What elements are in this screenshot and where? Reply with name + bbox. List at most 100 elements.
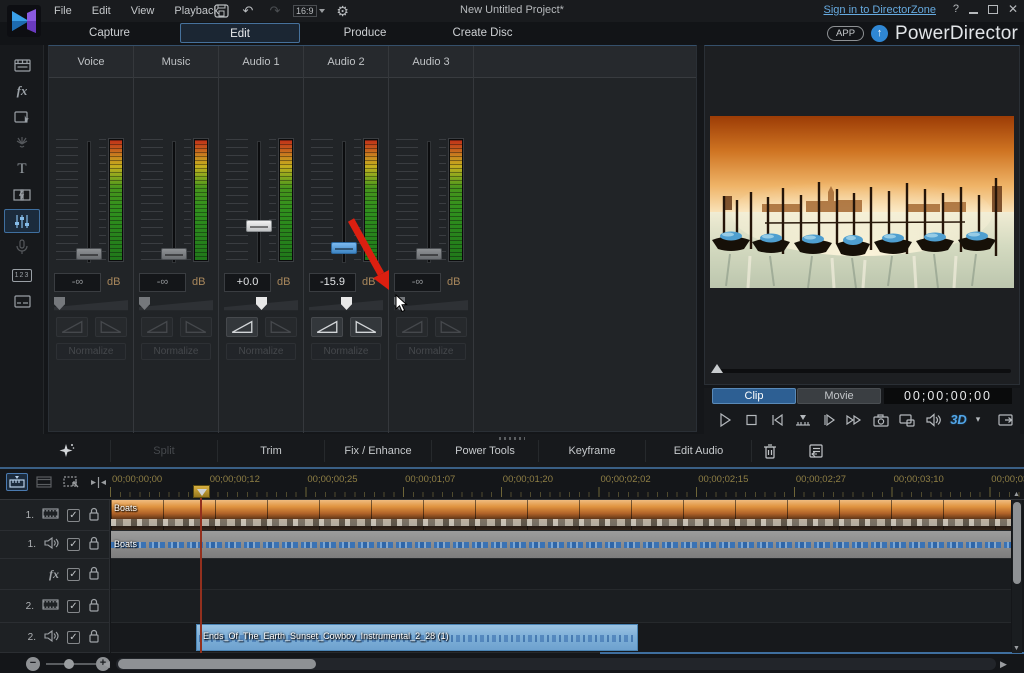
vertical-scrollbar[interactable] (1012, 500, 1022, 653)
volume-slider[interactable] (416, 141, 442, 263)
sdk-list-panel-icon[interactable] (804, 440, 828, 462)
volume-slider[interactable] (246, 141, 272, 263)
pan-slider[interactable] (139, 297, 213, 311)
scroll-down-arrow[interactable]: ▼ (1013, 645, 1020, 652)
volume-slider-handle[interactable] (76, 248, 102, 260)
audio-track-2-clip[interactable]: Ends_Of_The_Earth_Sunset_Cowboy_Instrume… (196, 624, 638, 651)
stop-button[interactable] (740, 411, 761, 429)
upgrade-arrow-icon[interactable]: ↑ (871, 25, 889, 42)
track-enable-checkbox[interactable]: ✓ (67, 631, 80, 644)
timecode-display[interactable]: 00;00;00;00 (884, 388, 1012, 404)
settings-gear-icon[interactable]: ⚙ (334, 3, 352, 19)
normalize-button[interactable]: Normalize (226, 343, 296, 360)
undock-player-icon[interactable] (995, 411, 1016, 429)
db-value[interactable]: -∞ (139, 273, 186, 292)
movie-mode-button[interactable]: Movie (797, 388, 881, 404)
fade-out-button[interactable] (180, 317, 212, 337)
db-value[interactable]: -15.9 (309, 273, 356, 292)
scroll-left-arrow[interactable]: ◀ (103, 659, 110, 670)
sidebar-item-pip-objects-room[interactable] (4, 105, 40, 129)
audio-track-1-clip[interactable]: Boats (111, 531, 1011, 559)
delete-trash-icon[interactable] (758, 440, 782, 462)
scroll-up-arrow[interactable]: ▲ (1013, 491, 1020, 498)
action-split[interactable]: Split (110, 440, 217, 462)
preview-seek-handle[interactable] (711, 364, 723, 373)
sidebar-item-particle-room[interactable] (4, 131, 40, 155)
volume-slider-handle[interactable] (416, 248, 442, 260)
tab-produce[interactable]: Produce (315, 23, 415, 43)
preview-video-frame[interactable] (710, 116, 1014, 289)
aspect-ratio-dropdown[interactable]: 16:9 (293, 5, 325, 17)
scroll-right-arrow[interactable]: ▶ (1000, 659, 1007, 670)
undo-icon[interactable]: ↶ (239, 3, 257, 19)
fade-in-button[interactable] (396, 317, 428, 337)
play-button[interactable] (714, 411, 735, 429)
track-lock-icon[interactable] (88, 507, 100, 524)
maximize-button[interactable] (987, 4, 998, 14)
next-frame-button[interactable] (818, 411, 839, 429)
redo-icon[interactable]: ↷ (266, 3, 284, 19)
3d-mode-button[interactable]: 3D (948, 411, 969, 429)
fade-in-button[interactable] (56, 317, 88, 337)
tab-edit[interactable]: Edit (180, 23, 300, 43)
track-enable-checkbox[interactable]: ✓ (67, 538, 80, 551)
range-select-button[interactable] (60, 473, 82, 491)
action-edit-audio[interactable]: Edit Audio (645, 440, 752, 462)
fast-forward-button[interactable] (844, 411, 865, 429)
video-track-1-clip[interactable]: Boats (111, 500, 1011, 531)
action-power-tools[interactable]: Power Tools (431, 440, 538, 462)
volume-icon[interactable] (922, 411, 943, 429)
preview-seekbar[interactable] (713, 369, 1011, 373)
audio-track-2[interactable]: Ends_Of_The_Earth_Sunset_Cowboy_Instrume… (111, 623, 1011, 653)
scrollbar-thumb[interactable] (118, 659, 316, 669)
tab-capture[interactable]: Capture (62, 23, 157, 43)
track-lock-icon[interactable] (88, 629, 100, 646)
db-value[interactable]: +0.0 (224, 273, 271, 292)
previous-frame-button[interactable] (766, 411, 787, 429)
track-enable-checkbox[interactable]: ✓ (67, 567, 80, 581)
sidebar-item-transition-room[interactable] (4, 183, 40, 207)
app-badge[interactable]: APP (827, 26, 865, 41)
normalize-button[interactable]: Normalize (396, 343, 466, 360)
zoom-slider-handle[interactable] (64, 659, 74, 669)
db-value[interactable]: -∞ (394, 273, 441, 292)
clip-mode-button[interactable]: Clip (712, 388, 796, 404)
save-project-icon[interactable] (212, 3, 230, 19)
pan-slider[interactable] (224, 297, 298, 311)
sidebar-item-voiceover-room[interactable] (4, 235, 40, 259)
sidebar-item-chapter-room[interactable]: 123 (4, 263, 40, 287)
fade-out-button[interactable] (435, 317, 467, 337)
fade-out-button[interactable] (95, 317, 127, 337)
track-enable-checkbox[interactable]: ✓ (67, 599, 80, 613)
help-button[interactable]: ? (953, 3, 959, 15)
volume-slider-handle[interactable] (161, 248, 187, 260)
fade-out-button[interactable] (265, 317, 297, 337)
pan-slider[interactable] (309, 297, 383, 311)
video-track-2[interactable] (111, 590, 1011, 623)
close-button[interactable]: ✕ (1008, 3, 1018, 15)
fade-in-button[interactable] (311, 317, 343, 337)
sidebar-item-title-room[interactable]: T (4, 157, 40, 181)
storyboard-view-button[interactable] (33, 473, 55, 491)
menu-view[interactable]: View (121, 0, 165, 22)
track-lock-icon[interactable] (88, 536, 100, 553)
track-enable-checkbox[interactable]: ✓ (67, 508, 80, 522)
menu-edit[interactable]: Edit (82, 0, 121, 22)
sidebar-item-subtitle-room[interactable] (4, 289, 40, 313)
sidebar-item-effect-room[interactable]: fx (4, 79, 40, 103)
action-trim[interactable]: Trim (217, 440, 324, 462)
volume-slider[interactable] (161, 141, 187, 263)
zoom-out-button[interactable]: − (26, 657, 40, 671)
timeline-view-button[interactable] (6, 473, 28, 491)
fx-track[interactable] (111, 559, 1011, 590)
action-fix-enhance[interactable]: Fix / Enhance (324, 440, 431, 462)
fade-out-button[interactable] (350, 317, 382, 337)
volume-slider[interactable] (331, 141, 357, 263)
horizontal-scrollbar[interactable] (116, 658, 996, 670)
track-lock-icon[interactable] (88, 566, 100, 583)
normalize-button[interactable]: Normalize (141, 343, 211, 360)
fade-in-button[interactable] (141, 317, 173, 337)
track-lock-icon[interactable] (88, 598, 100, 615)
timeline-ruler[interactable]: 00;00;00;00 00;00;00;12 00;00;00;25 00;00;0… (110, 471, 1024, 499)
action-keyframe[interactable]: Keyframe (538, 440, 645, 462)
